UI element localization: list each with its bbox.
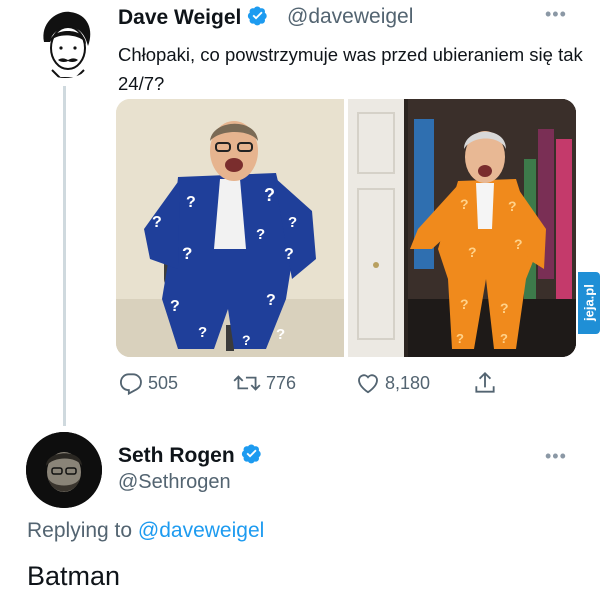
svg-text:?: ?	[276, 326, 285, 343]
reply-author-name[interactable]: Seth Rogen	[118, 443, 262, 470]
like-action[interactable]: 8,180	[355, 370, 430, 396]
more-icon[interactable]: •••	[545, 446, 567, 467]
dave-weigel-avatar[interactable]	[30, 8, 100, 78]
reply-action[interactable]: 505	[118, 370, 178, 396]
svg-text:?: ?	[508, 198, 517, 214]
svg-text:?: ?	[182, 244, 192, 263]
replying-to-mention[interactable]: @daveweigel	[138, 519, 264, 542]
retweet-count: 776	[266, 372, 297, 393]
more-icon[interactable]: •••	[545, 4, 567, 25]
tweet-author-handle[interactable]: @daveweigel	[287, 5, 413, 29]
seth-rogen-avatar[interactable]	[26, 432, 102, 508]
svg-text:?: ?	[288, 214, 297, 231]
share-icon[interactable]	[472, 370, 498, 396]
svg-text:?: ?	[198, 324, 207, 341]
retweet-action[interactable]: 776	[232, 370, 296, 396]
reply-text: Batman	[27, 561, 121, 591]
svg-text:?: ?	[460, 296, 469, 312]
svg-text:?: ?	[500, 331, 508, 346]
tweet-author-name[interactable]: Dave Weigel	[118, 5, 268, 32]
svg-text:?: ?	[256, 226, 265, 243]
media-photo-orange-suit[interactable]: ? ? ? ? ? ? ? ?	[348, 99, 576, 357]
svg-text:?: ?	[284, 246, 294, 263]
reply-author-handle[interactable]: @Sethrogen	[118, 471, 231, 494]
verified-badge-icon	[247, 5, 268, 32]
svg-text:?: ?	[456, 331, 464, 346]
retweet-icon	[232, 370, 262, 396]
tweet-actions-bar: 505 776 8,180	[0, 370, 600, 398]
like-icon	[355, 370, 381, 396]
svg-text:?: ?	[266, 292, 276, 309]
replying-to-line: Replying to @daveweigel	[27, 519, 264, 543]
reply-icon	[118, 370, 144, 396]
svg-text:?: ?	[242, 332, 251, 348]
like-count: 8,180	[385, 372, 431, 393]
replying-to-prefix: Replying to	[27, 519, 133, 542]
reply-author-name-text: Seth Rogen	[118, 444, 235, 468]
tweet-media[interactable]: ? ? ? ? ? ? ? ? ? ? ? ? ? ? ? ? ? ? ? ?	[116, 99, 576, 357]
svg-text:?: ?	[170, 298, 180, 315]
tweet-author-name-text: Dave Weigel	[118, 6, 242, 30]
svg-text:?: ?	[500, 300, 509, 316]
svg-text:?: ?	[264, 185, 275, 205]
svg-text:?: ?	[186, 194, 196, 211]
svg-text:?: ?	[152, 214, 162, 231]
media-photo-blue-suit[interactable]: ? ? ? ? ? ? ? ? ? ? ? ?	[116, 99, 344, 357]
reply-count: 505	[148, 372, 179, 393]
svg-text:?: ?	[468, 244, 477, 260]
verified-badge-icon	[241, 443, 262, 470]
jeja-watermark-logo: jeja.pl	[578, 272, 600, 334]
tweet-text: Chłopaki, co powstrzymuje was przed ubie…	[118, 44, 583, 94]
svg-text:?: ?	[514, 236, 523, 252]
svg-text:?: ?	[460, 196, 469, 212]
